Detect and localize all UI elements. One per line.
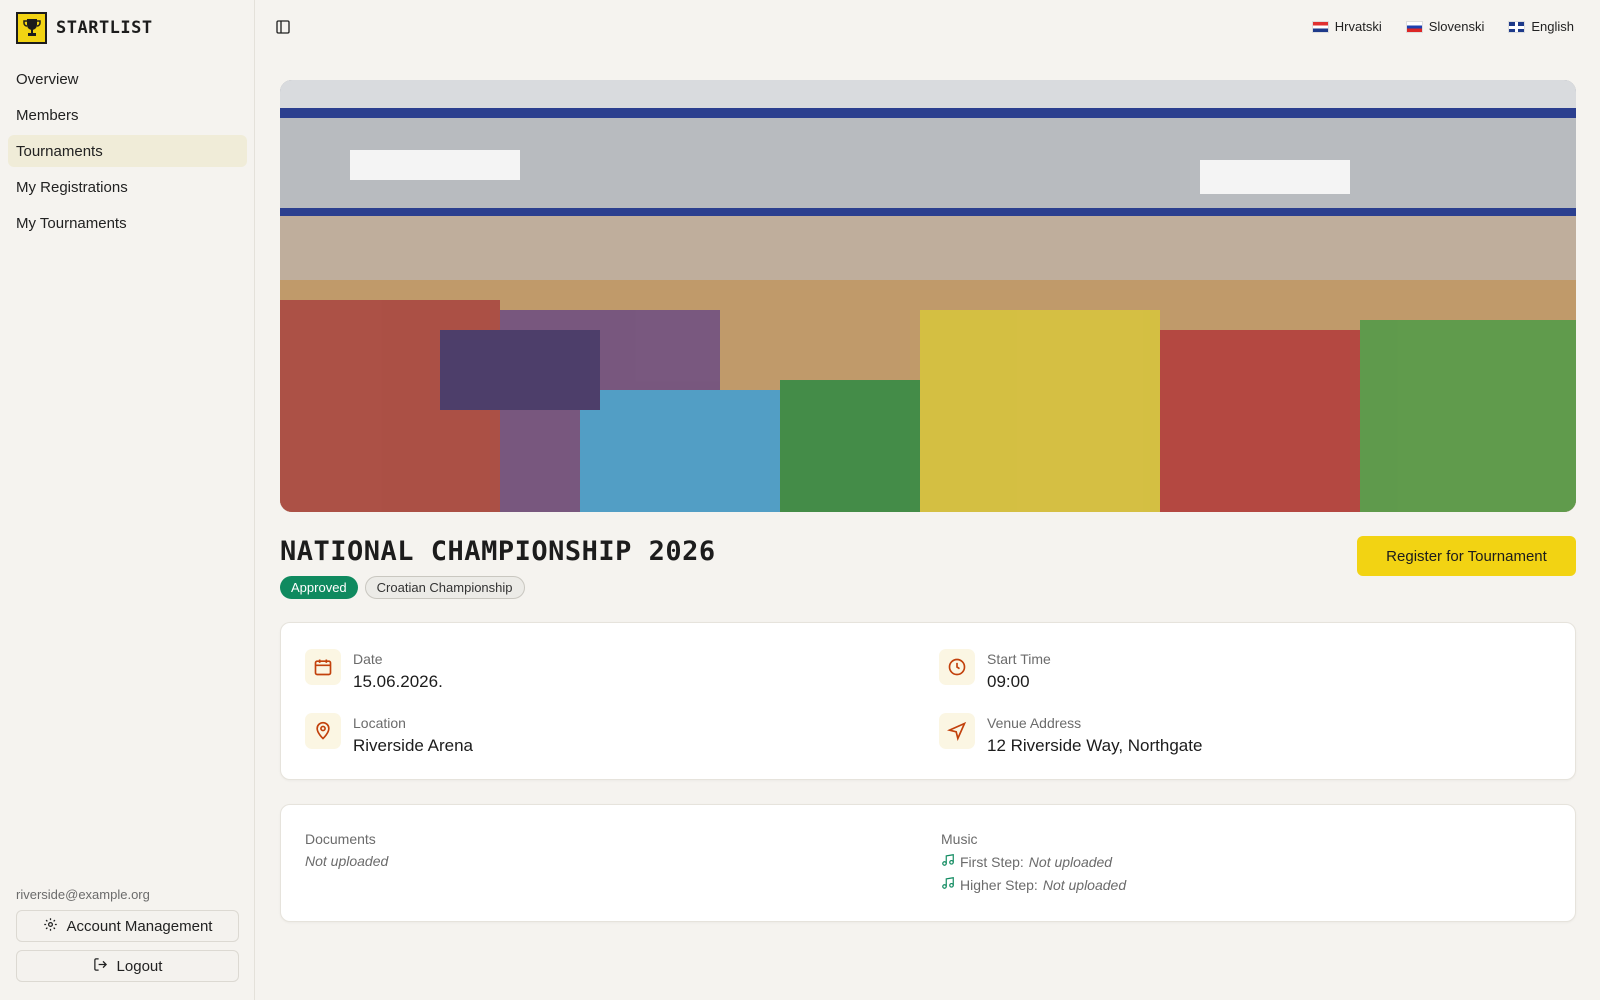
music-label: Music (941, 831, 978, 847)
sidebar-item-my-tournaments[interactable]: My Tournaments (8, 207, 247, 239)
sidebar-footer: riverside@example.org Account Management… (16, 887, 239, 990)
slovenia-flag-icon (1405, 20, 1423, 33)
venue-address-label: Venue Address (987, 715, 1082, 731)
language-label: English (1531, 19, 1574, 34)
account-management-button[interactable]: Account Management (16, 910, 239, 942)
language-slovenski[interactable]: Slovenski (1405, 19, 1485, 34)
venue-address-value: 12 Riverside Way, Northgate (987, 736, 1203, 755)
tournament-badges: Approved Croatian Championship (280, 576, 525, 599)
location-info: Location Riverside Arena (305, 713, 473, 756)
documents-label: Documents (305, 831, 376, 847)
sidebar: STARTLIST Overview Members Tournaments M… (0, 0, 255, 1000)
location-label: Location (353, 715, 406, 731)
gear-icon (43, 917, 58, 936)
calendar-icon (305, 649, 341, 685)
start-time-label: Start Time (987, 651, 1051, 667)
music-higher-step: Higher Step: Not uploaded (941, 876, 1126, 893)
music-section: Music First Step: Not uploaded Higher St… (941, 831, 1126, 893)
logout-button[interactable]: Logout (16, 950, 239, 982)
higher-step-value: Not uploaded (1042, 876, 1127, 893)
account-management-label: Account Management (66, 917, 213, 935)
panel-left-icon (275, 19, 291, 40)
music-note-icon (941, 876, 955, 893)
page-title: NATIONAL CHAMPIONSHIP 2026 (280, 536, 716, 567)
language-english[interactable]: English (1508, 19, 1574, 34)
sidebar-item-tournaments[interactable]: Tournaments (8, 135, 247, 167)
brand-logo[interactable]: STARTLIST (16, 12, 153, 44)
sidebar-nav: Overview Members Tournaments My Registra… (8, 63, 247, 243)
music-note-icon (941, 853, 955, 870)
uk-flag-icon (1508, 20, 1526, 33)
language-label: Slovenski (1428, 19, 1485, 34)
first-step-label: First Step: (960, 853, 1024, 870)
sidebar-item-members[interactable]: Members (8, 99, 247, 131)
user-email: riverside@example.org (16, 887, 150, 902)
venue-address-info: Venue Address 12 Riverside Way, Northgat… (939, 713, 1202, 756)
language-switcher: Hrvatski Slovenski English (1311, 19, 1574, 34)
sidebar-toggle-button[interactable] (272, 18, 294, 40)
logout-icon (93, 957, 108, 976)
croatia-flag-icon (1311, 20, 1329, 33)
tournament-details-card: Date 15.06.2026. Start Time 09:00 Locati… (280, 622, 1576, 780)
logout-label: Logout (116, 957, 163, 975)
status-badge: Approved (280, 576, 358, 599)
start-time-value: 09:00 (987, 672, 1030, 691)
trophy-icon (16, 12, 47, 44)
music-first-step: First Step: Not uploaded (941, 853, 1126, 870)
map-pin-icon (305, 713, 341, 749)
location-value: Riverside Arena (353, 736, 474, 755)
register-for-tournament-button[interactable]: Register for Tournament (1357, 536, 1576, 576)
documents-section: Documents Not uploaded (305, 831, 388, 869)
tournament-header: NATIONAL CHAMPIONSHIP 2026 Approved Croa… (280, 536, 1576, 600)
files-card: Documents Not uploaded Music First Step:… (280, 804, 1576, 922)
date-label: Date (353, 651, 383, 667)
documents-value: Not uploaded (305, 853, 389, 869)
brand-name: STARTLIST (56, 18, 153, 38)
date-value: 15.06.2026. (353, 672, 443, 691)
language-hrvatski[interactable]: Hrvatski (1311, 19, 1382, 34)
tournament-hero-image (280, 80, 1576, 512)
start-time-info: Start Time 09:00 (939, 649, 1051, 692)
clock-icon (939, 649, 975, 685)
higher-step-label: Higher Step: (960, 876, 1038, 893)
first-step-value: Not uploaded (1028, 853, 1113, 870)
language-label: Hrvatski (1334, 19, 1382, 34)
date-info: Date 15.06.2026. (305, 649, 443, 692)
championship-type-badge: Croatian Championship (364, 576, 525, 599)
navigation-icon (939, 713, 975, 749)
sidebar-item-overview[interactable]: Overview (8, 63, 247, 95)
sidebar-item-my-registrations[interactable]: My Registrations (8, 171, 247, 203)
